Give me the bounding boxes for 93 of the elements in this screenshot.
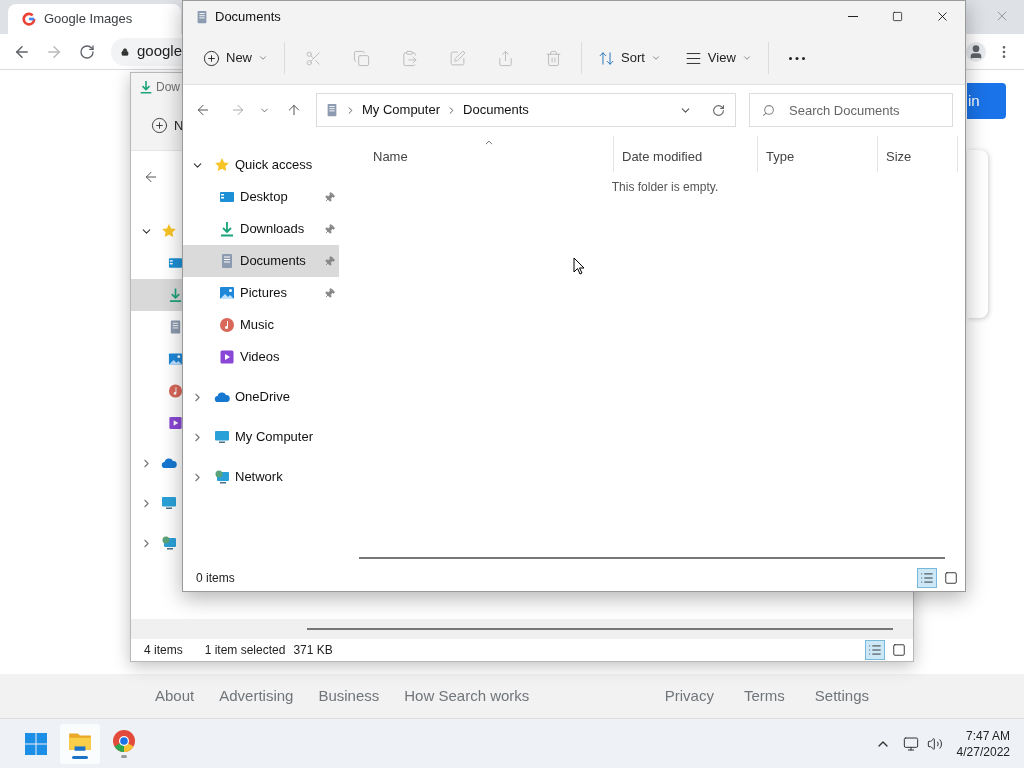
search-icon bbox=[762, 104, 775, 117]
selection-count: 1 item selected bbox=[204, 642, 286, 659]
nav-item[interactable]: OneDrive bbox=[183, 381, 339, 413]
monitor-icon bbox=[161, 495, 177, 511]
network-icon[interactable] bbox=[902, 735, 919, 752]
address-bar[interactable]: google bbox=[111, 37, 182, 66]
nav-item[interactable]: Downloads bbox=[183, 213, 339, 245]
trash-icon bbox=[544, 49, 562, 67]
footer-link[interactable]: Settings bbox=[814, 684, 869, 708]
window-title: Dow bbox=[156, 79, 180, 96]
document-icon bbox=[195, 9, 209, 24]
plus-icon bbox=[151, 117, 168, 134]
download-icon bbox=[219, 221, 235, 237]
column-header[interactable]: Size bbox=[878, 136, 958, 172]
document-icon bbox=[168, 319, 183, 335]
share-icon bbox=[496, 49, 514, 67]
column-header[interactable]: Type bbox=[758, 136, 878, 172]
item-count: 4 items bbox=[144, 642, 183, 659]
footer-link[interactable]: About bbox=[155, 684, 195, 708]
desktop-icon bbox=[219, 189, 235, 205]
list-icon bbox=[868, 643, 882, 657]
minimize-icon bbox=[847, 16, 858, 17]
toolbar-button[interactable]: View bbox=[676, 41, 760, 75]
close-icon bbox=[935, 9, 950, 24]
star-icon bbox=[214, 157, 230, 173]
nav-item[interactable]: Music bbox=[183, 309, 339, 341]
network-icon bbox=[214, 469, 230, 485]
nav-item[interactable]: Pictures bbox=[183, 277, 339, 309]
footer-link[interactable]: Terms bbox=[743, 684, 785, 708]
back-icon[interactable] bbox=[195, 102, 211, 118]
nav-item[interactable]: Network bbox=[183, 461, 339, 493]
plus-icon bbox=[203, 49, 220, 67]
search-field[interactable]: Search Documents bbox=[749, 93, 953, 127]
browser-icon bbox=[112, 729, 136, 753]
nav-item[interactable]: Desktop bbox=[183, 181, 339, 213]
refresh-icon[interactable] bbox=[712, 103, 725, 117]
video-icon bbox=[219, 349, 235, 365]
column-header[interactable]: Date modified bbox=[614, 136, 758, 172]
lock-icon bbox=[121, 45, 129, 58]
footer-link[interactable]: Advertising bbox=[219, 684, 294, 708]
selection-size: 371 KB bbox=[293, 642, 333, 659]
star-icon bbox=[161, 223, 177, 239]
nav-item[interactable]: My Computer bbox=[183, 421, 339, 453]
sort-icon bbox=[598, 49, 615, 67]
more-icon bbox=[788, 56, 805, 60]
network-icon bbox=[161, 535, 177, 551]
scissors-icon bbox=[304, 49, 322, 67]
footer-link[interactable]: Privacy bbox=[664, 684, 714, 708]
list-icon bbox=[920, 571, 934, 585]
window-title: Documents bbox=[215, 7, 281, 26]
breadcrumb-item[interactable]: Documents bbox=[463, 100, 529, 120]
taskbar-button[interactable] bbox=[60, 723, 100, 764]
nav-item[interactable]: Videos bbox=[183, 341, 339, 373]
address-bar[interactable]: My Computer Documents bbox=[316, 93, 736, 127]
square-icon bbox=[892, 643, 906, 657]
up-icon[interactable] bbox=[286, 102, 302, 118]
download-icon bbox=[139, 80, 153, 94]
sign-in-button[interactable]: in bbox=[967, 83, 1006, 119]
item-count: 0 items bbox=[196, 570, 235, 587]
profile-icon[interactable] bbox=[966, 41, 986, 62]
horizontal-scrollbar[interactable] bbox=[359, 557, 945, 559]
horizontal-scrollbar[interactable] bbox=[307, 628, 893, 630]
details-view-button[interactable] bbox=[865, 640, 885, 660]
clock[interactable]: 7:47 AM 4/27/2022 bbox=[956, 727, 1010, 760]
column-header[interactable]: Name bbox=[365, 136, 614, 172]
back-icon[interactable] bbox=[143, 169, 159, 185]
rename-icon bbox=[448, 49, 466, 67]
toolbar-button[interactable]: New bbox=[195, 41, 276, 75]
breadcrumb-item[interactable]: My Computer bbox=[362, 100, 441, 120]
toolbar-button[interactable]: Sort bbox=[590, 41, 669, 75]
nav-item[interactable]: Quick access bbox=[183, 149, 339, 181]
footer-link[interactable]: How Search works bbox=[404, 684, 530, 708]
copy-icon bbox=[352, 49, 370, 67]
document-icon bbox=[219, 253, 235, 269]
new-label: N bbox=[174, 116, 184, 135]
reload-icon[interactable] bbox=[79, 43, 95, 60]
volume-icon[interactable] bbox=[926, 735, 943, 752]
document-icon bbox=[325, 103, 339, 117]
music-icon bbox=[219, 317, 235, 333]
windows-start-icon bbox=[24, 731, 48, 756]
nav-item[interactable]: Documents bbox=[183, 245, 339, 277]
maximize-icon bbox=[892, 11, 903, 22]
paste-icon bbox=[400, 49, 418, 67]
mouse-pointer-icon bbox=[573, 257, 585, 275]
browser-tab[interactable]: Google Images bbox=[8, 4, 181, 34]
google-logo-icon bbox=[22, 12, 36, 26]
empty-folder-message: This folder is empty. bbox=[611, 179, 719, 196]
details-view-button[interactable] bbox=[917, 568, 937, 588]
square-icon bbox=[944, 571, 958, 585]
picture-icon bbox=[219, 285, 235, 301]
footer-link[interactable]: Business bbox=[318, 684, 380, 708]
download-icon bbox=[168, 287, 183, 303]
monitor-icon bbox=[214, 429, 230, 445]
